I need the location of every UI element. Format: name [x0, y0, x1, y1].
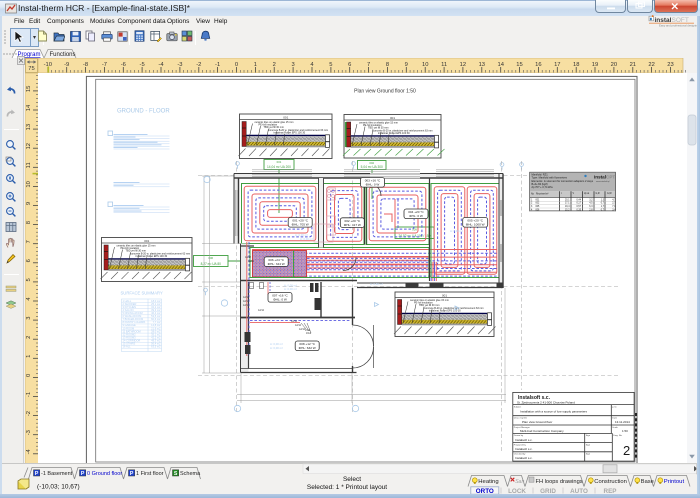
svg-text:Schema: Schema — [180, 471, 201, 477]
svg-text:(-10,03; 10,67): (-10,03; 10,67) — [37, 484, 80, 491]
svg-text:S: S — [174, 471, 178, 477]
svg-text:P: P — [35, 471, 39, 477]
svg-text:-1 Basement: -1 Basement — [41, 471, 73, 477]
svg-text:P: P — [81, 471, 85, 477]
svg-text:Base: Base — [641, 479, 654, 485]
svg-text:San: San — [515, 479, 524, 485]
svg-text:FH loops drawings: FH loops drawings — [536, 479, 583, 485]
svg-text:Construction: Construction — [594, 479, 627, 485]
svg-text:P: P — [130, 471, 134, 477]
svg-text:Select: Select — [343, 476, 361, 483]
svg-text:Heating: Heating — [478, 479, 498, 485]
svg-text:0 Ground floor: 0 Ground floor — [87, 471, 122, 477]
svg-text:1 First floor: 1 First floor — [136, 471, 164, 477]
svg-text:Printout: Printout — [664, 479, 685, 485]
svg-text:Selected: 1 * Printout layout: Selected: 1 * Printout layout — [307, 484, 387, 491]
